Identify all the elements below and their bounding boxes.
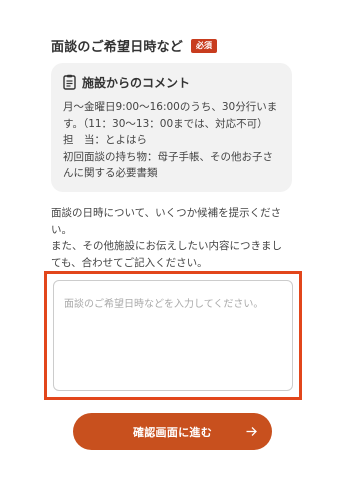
textarea-highlight-frame: 面談のご希望日時などを入力してください。: [44, 271, 302, 400]
instruction-line: ても、合わせてご記入ください。: [51, 256, 208, 269]
section-header: 面談のご希望日時など 必須: [51, 36, 218, 55]
comment-line: 担 当：とよはら: [63, 134, 147, 146]
instruction-line: い。: [51, 223, 72, 236]
section-title: 面談のご希望日時など: [51, 40, 184, 55]
facility-comment-box: 施設からのコメント 月〜金曜日9:00〜16:00のうち、30分行いま す。（1…: [51, 63, 292, 192]
comment-line: んに関する必要書類: [63, 167, 158, 179]
textarea-placeholder: 面談のご希望日時などを入力してください。: [64, 299, 264, 310]
clipboard-icon: [63, 74, 76, 90]
comment-header: 施設からのコメント: [63, 73, 282, 91]
instruction-text: 面談の日時について、いくつか候補を提示くださ い。 また、その他施設にお伝えした…: [51, 205, 301, 271]
confirm-screen-button[interactable]: 確認画面に進む: [73, 413, 272, 450]
comment-line: 月〜金曜日9:00〜16:00のうち、30分行いま: [63, 101, 278, 113]
instruction-line: また、その他施設にお伝えしたい内容につきまし: [51, 240, 282, 252]
comment-body: 月〜金曜日9:00〜16:00のうち、30分行いま す。（11：30〜13：00…: [63, 99, 282, 182]
preferred-datetime-textarea[interactable]: 面談のご希望日時などを入力してください。: [53, 280, 293, 391]
arrow-right-icon: [246, 427, 257, 436]
comment-title: 施設からのコメント: [82, 75, 191, 90]
comment-line: 初回面談の持ち物：母子手帳、その他お子さ: [63, 150, 273, 163]
comment-line: す。（11：30〜13：00までは、対応不可）: [63, 117, 268, 130]
required-badge: 必須: [191, 38, 218, 53]
instruction-line: 面談の日時について、いくつか候補を提示くださ: [51, 207, 282, 219]
confirm-button-label: 確認画面に進む: [132, 425, 213, 439]
